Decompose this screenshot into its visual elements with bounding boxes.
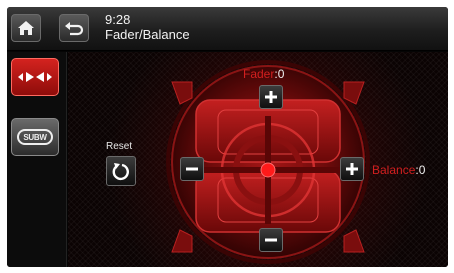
top-bar: 9:28 Fader/Balance	[7, 7, 448, 51]
fader-front-button[interactable]	[259, 85, 283, 109]
minus-icon	[186, 167, 198, 171]
balance-label: Balance	[372, 163, 416, 177]
plus-icon	[265, 91, 277, 103]
balance-right-button[interactable]	[340, 157, 364, 181]
head-unit-screen: 9:28 Fader/Balance SUBW Fader:0 Balance:…	[7, 7, 448, 267]
reset-icon	[112, 163, 129, 181]
fader-rear-button[interactable]	[259, 228, 283, 252]
reset-button[interactable]	[106, 156, 136, 186]
title-block: 9:28 Fader/Balance	[105, 12, 190, 42]
sidebar-item-subwoofer[interactable]: SUBW	[11, 118, 59, 156]
fader-value: 0	[277, 67, 285, 81]
home-button[interactable]	[11, 14, 41, 42]
sidebar: SUBW	[7, 52, 67, 267]
fader-readout: Fader:0	[243, 67, 284, 81]
balance-readout: Balance:0	[372, 163, 425, 177]
fader-balance-panel: Fader:0 Balance:0 Reset	[68, 52, 448, 267]
balance-value: 0	[418, 163, 426, 177]
sidebar-item-fader-balance[interactable]	[11, 58, 59, 96]
speaker-rear-left-icon	[171, 229, 193, 253]
balance-point[interactable]	[260, 162, 276, 178]
page-title: Fader/Balance	[105, 27, 190, 42]
back-arrow-icon	[65, 22, 84, 36]
fader-label: Fader	[243, 67, 275, 81]
minus-icon	[265, 238, 277, 242]
speaker-rear-right-icon	[343, 229, 365, 253]
subwoofer-icon: SUBW	[17, 129, 53, 145]
home-icon	[18, 21, 34, 35]
subwoofer-label: SUBW	[23, 132, 47, 142]
reset-label: Reset	[106, 141, 133, 152]
balance-left-button[interactable]	[180, 157, 204, 181]
back-button[interactable]	[59, 14, 89, 42]
plus-icon	[346, 163, 358, 175]
fader-balance-arrows-icon	[18, 72, 52, 82]
clock: 9:28	[105, 12, 131, 27]
